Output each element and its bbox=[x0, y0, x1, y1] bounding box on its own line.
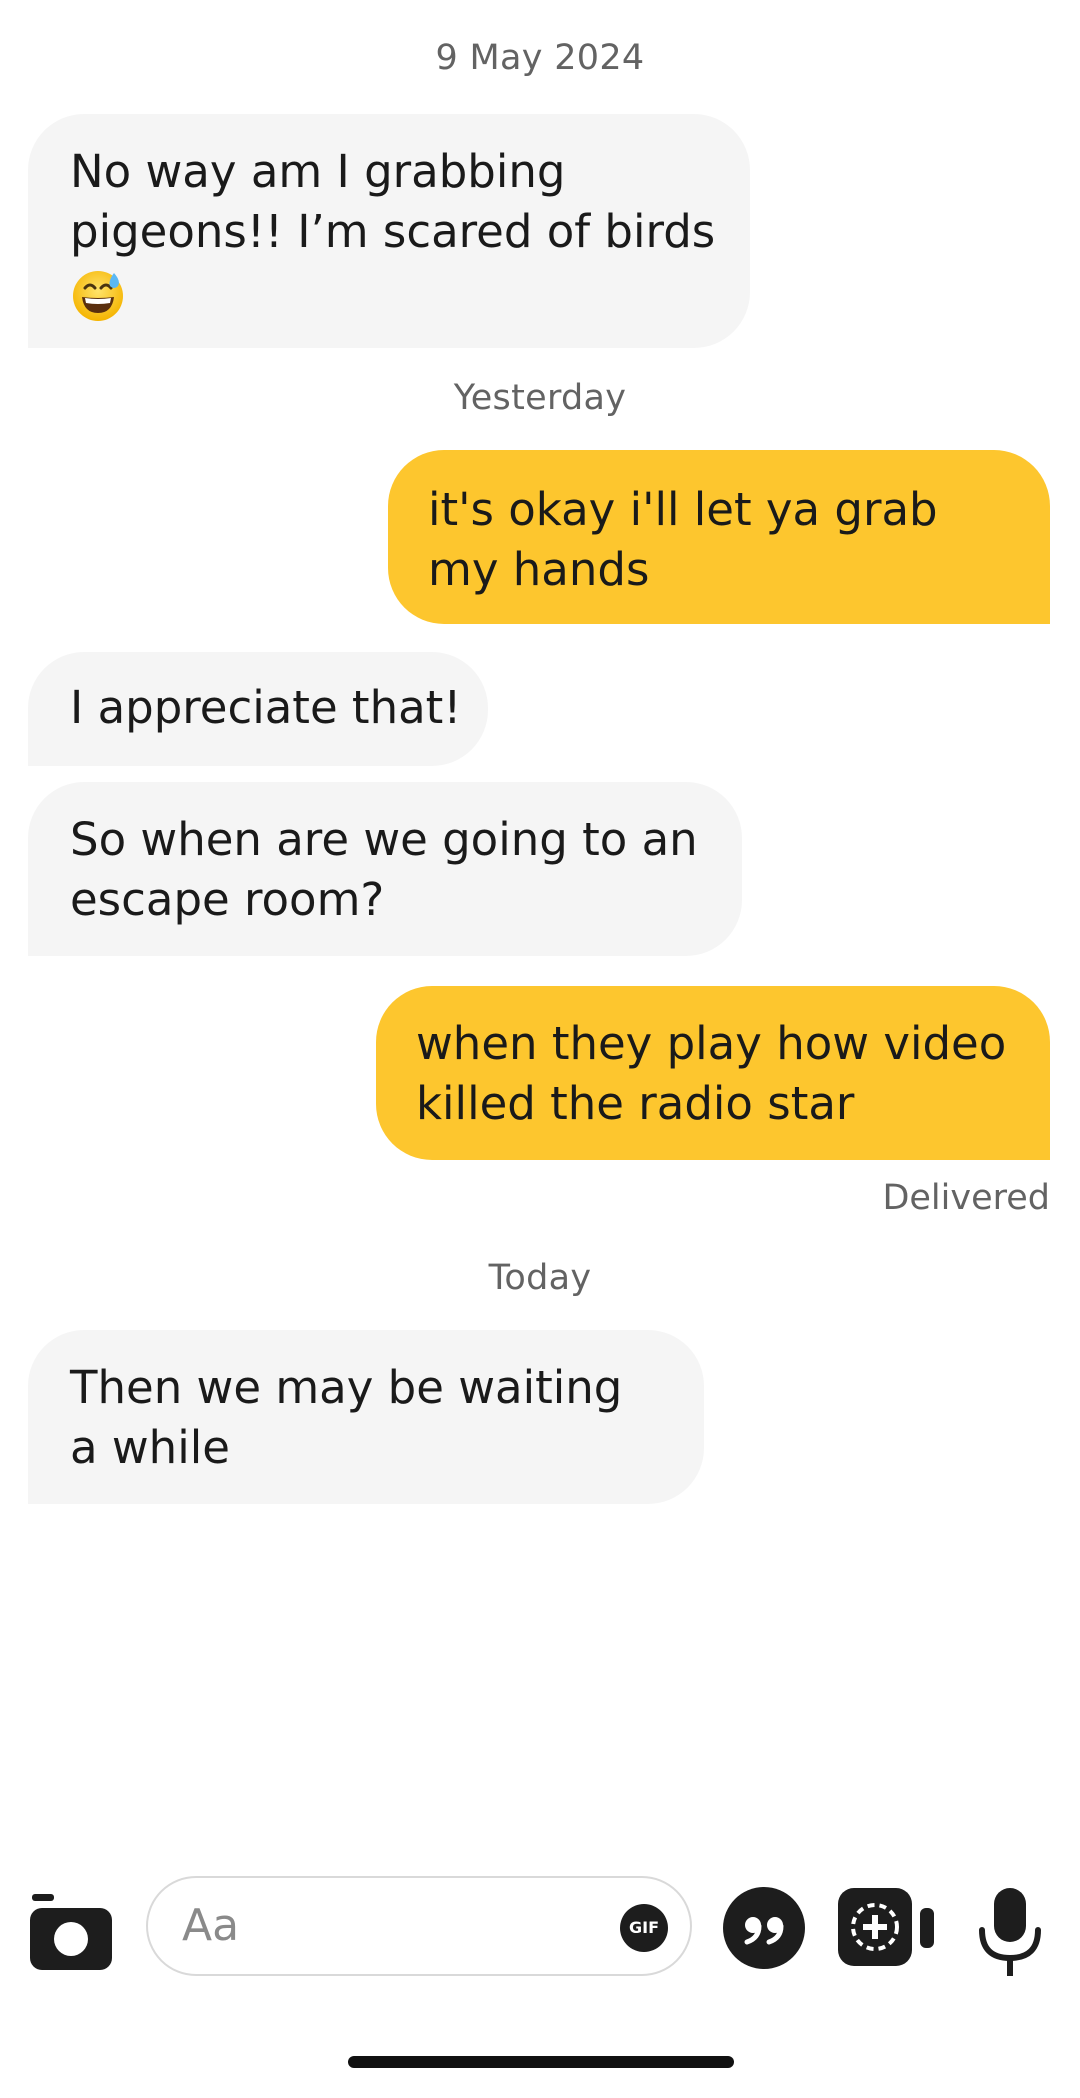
microphone-button[interactable] bbox=[974, 1884, 1046, 1984]
date-header: 9 May 2024 bbox=[435, 38, 645, 78]
message-composer: Aa GIF bbox=[0, 1870, 1080, 2000]
video-call-button[interactable] bbox=[836, 1886, 940, 1970]
camera-button[interactable] bbox=[28, 1892, 114, 1978]
message-text: pigeons!! I’m scared of birds bbox=[70, 205, 716, 258]
quote-button[interactable] bbox=[722, 1886, 806, 1970]
delivered-status: Delivered bbox=[882, 1178, 1050, 1218]
camera-icon bbox=[30, 1894, 112, 1970]
message-input[interactable]: Aa GIF bbox=[146, 1876, 692, 1976]
incoming-message[interactable]: So when are we going to an escape room? bbox=[28, 782, 742, 956]
quote-icon bbox=[723, 1887, 805, 1969]
incoming-message[interactable]: I appreciate that! bbox=[28, 652, 488, 766]
video-call-icon bbox=[838, 1888, 934, 1966]
message-text: it's okay i'll let ya grab bbox=[428, 483, 938, 536]
incoming-message[interactable]: No way am I grabbing pigeons!! I’m scare… bbox=[28, 114, 750, 348]
message-text: escape room? bbox=[70, 873, 385, 926]
outgoing-message[interactable]: when they play how video killed the radi… bbox=[376, 986, 1050, 1160]
incoming-message[interactable]: Then we may be waiting a while bbox=[28, 1330, 704, 1504]
home-indicator[interactable] bbox=[348, 2056, 734, 2068]
message-text: Then we may be waiting bbox=[70, 1361, 623, 1414]
sweat-smile-emoji bbox=[73, 271, 123, 321]
gif-button[interactable]: GIF bbox=[620, 1904, 668, 1952]
message-text: So when are we going to an bbox=[70, 813, 698, 866]
message-text: I appreciate that! bbox=[70, 681, 462, 734]
message-text: my hands bbox=[428, 543, 650, 596]
message-input-placeholder: Aa bbox=[182, 1900, 240, 1951]
message-text: killed the radio star bbox=[416, 1077, 855, 1130]
outgoing-message[interactable]: it's okay i'll let ya grab my hands bbox=[388, 450, 1050, 624]
gif-icon: GIF bbox=[628, 1918, 659, 1937]
microphone-icon bbox=[979, 1888, 1041, 1976]
message-text: a while bbox=[70, 1421, 230, 1474]
day-separator: Yesterday bbox=[453, 378, 627, 418]
message-text: when they play how video bbox=[416, 1017, 1007, 1070]
message-text: No way am I grabbing bbox=[70, 145, 566, 198]
day-separator: Today bbox=[488, 1258, 592, 1298]
